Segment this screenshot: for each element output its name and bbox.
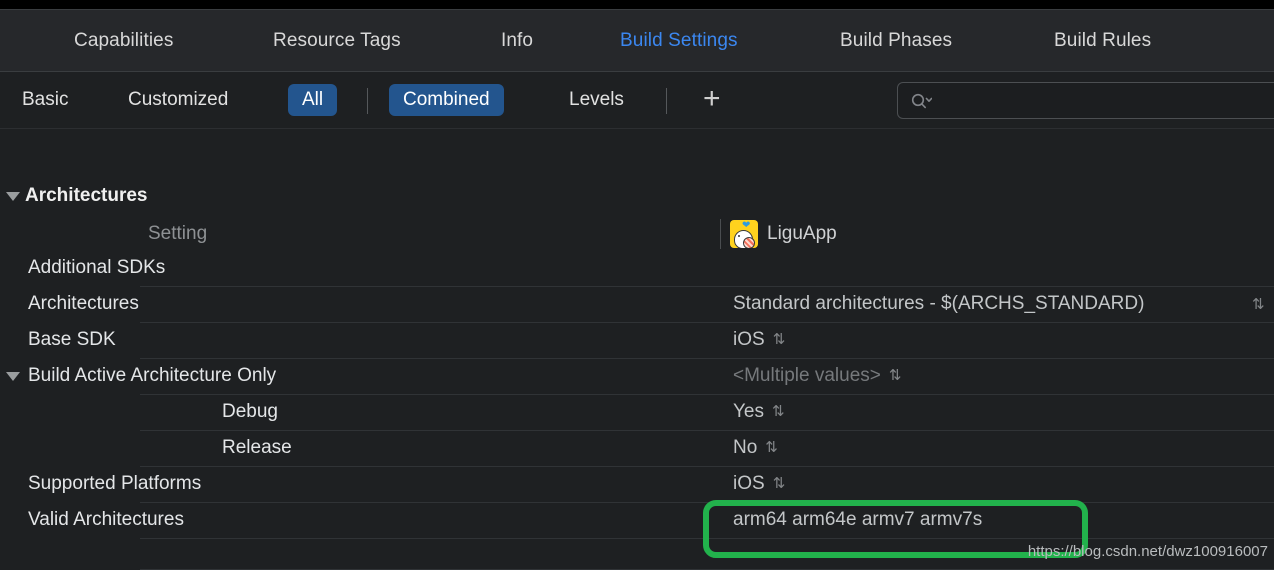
setting-name: Supported Platforms xyxy=(28,473,202,494)
setting-name: Additional SDKs xyxy=(28,257,166,278)
disclosure-triangle-icon[interactable] xyxy=(6,372,20,381)
disclosure-triangle-icon[interactable] xyxy=(6,191,20,201)
tab-build-phases[interactable]: Build Phases xyxy=(840,30,952,52)
setting-value[interactable]: Standard architectures - $(ARCHS_STANDAR… xyxy=(733,293,1265,315)
setting-value-text: Yes xyxy=(733,401,764,422)
app-icon: ❤ xyxy=(730,220,758,248)
table-row[interactable]: Additional SDKs xyxy=(0,251,1274,287)
table-row[interactable]: Base SDK iOS ⇅ xyxy=(0,323,1274,359)
setting-value[interactable]: Yes ⇅ xyxy=(733,401,785,423)
column-header-setting: Setting xyxy=(148,223,208,244)
setting-value[interactable]: No ⇅ xyxy=(733,437,778,459)
stepper-icon[interactable]: ⇅ xyxy=(773,474,786,492)
stepper-icon[interactable]: ⇅ xyxy=(772,402,785,420)
filter-combined[interactable]: Combined xyxy=(389,84,504,116)
setting-name: Architectures xyxy=(28,293,139,314)
search-input[interactable] xyxy=(932,91,1274,110)
setting-value-text: iOS xyxy=(733,473,765,494)
search-field[interactable] xyxy=(897,82,1274,119)
bird-eye-shape xyxy=(738,235,740,237)
search-icon xyxy=(910,93,932,109)
setting-value[interactable]: <Multiple values> ⇅ xyxy=(733,365,902,387)
build-settings-table: Architectures Setting ❤ LiguApp Addition… xyxy=(0,129,1274,570)
filter-basic[interactable]: Basic xyxy=(8,84,82,116)
yarn-ball-shape xyxy=(743,237,755,248)
watermark-url: https://blog.csdn.net/dwz100916007 xyxy=(1027,543,1268,560)
filter-customized[interactable]: Customized xyxy=(114,84,242,116)
target-name: LiguApp xyxy=(767,223,837,244)
tab-resource-tags[interactable]: Resource Tags xyxy=(273,30,401,52)
table-row[interactable]: Debug Yes ⇅ xyxy=(0,395,1274,431)
setting-name: Valid Architectures xyxy=(28,509,184,530)
table-column-header: Setting ❤ LiguApp xyxy=(0,217,1274,255)
table-row[interactable]: Release No ⇅ xyxy=(0,431,1274,467)
tab-build-settings[interactable]: Build Settings xyxy=(620,30,738,52)
group-header-architectures[interactable]: Architectures xyxy=(0,181,1274,211)
setting-value[interactable]: iOS ⇅ xyxy=(733,329,786,351)
setting-name: Release xyxy=(222,437,292,458)
editor-tab-bar: Capabilities Resource Tags Info Build Se… xyxy=(0,9,1274,72)
table-row[interactable]: Supported Platforms iOS ⇅ xyxy=(0,467,1274,503)
heart-icon: ❤ xyxy=(742,220,751,231)
table-row[interactable]: Valid Architectures arm64 arm64e armv7 a… xyxy=(0,503,1274,539)
setting-value-text: iOS xyxy=(733,329,765,350)
filter-levels[interactable]: Levels xyxy=(555,84,638,116)
setting-value[interactable]: iOS ⇅ xyxy=(733,473,786,495)
tab-info[interactable]: Info xyxy=(501,30,533,52)
table-row[interactable]: Architectures Standard architectures - $… xyxy=(0,287,1274,323)
column-divider xyxy=(720,219,721,249)
table-row[interactable]: Build Active Architecture Only <Multiple… xyxy=(0,359,1274,395)
filter-divider-2 xyxy=(666,88,667,114)
tab-build-rules[interactable]: Build Rules xyxy=(1054,30,1151,52)
group-title: Architectures xyxy=(25,185,148,206)
filter-all[interactable]: All xyxy=(288,84,338,116)
setting-name: Debug xyxy=(222,401,278,422)
stepper-icon[interactable]: ⇅ xyxy=(765,438,778,456)
add-setting-button[interactable]: + xyxy=(697,84,727,114)
setting-name: Base SDK xyxy=(28,329,116,350)
setting-value[interactable]: arm64 arm64e armv7 armv7s xyxy=(733,509,982,531)
stepper-icon[interactable]: ⇅ xyxy=(889,366,902,384)
setting-value-text: No xyxy=(733,437,758,458)
xcode-build-settings-window: Capabilities Resource Tags Info Build Se… xyxy=(0,0,1274,570)
tab-capabilities[interactable]: Capabilities xyxy=(74,30,173,52)
stepper-icon[interactable]: ⇅ xyxy=(1252,295,1265,313)
setting-name: Build Active Architecture Only xyxy=(28,365,277,386)
stepper-icon[interactable]: ⇅ xyxy=(773,330,786,348)
window-top-edge xyxy=(0,0,1274,9)
column-header-target[interactable]: ❤ LiguApp xyxy=(730,220,837,248)
setting-value-text: <Multiple values> xyxy=(733,365,881,386)
setting-value-text: Standard architectures - $(ARCHS_STANDAR… xyxy=(733,293,1145,314)
filter-divider-1 xyxy=(367,88,368,114)
